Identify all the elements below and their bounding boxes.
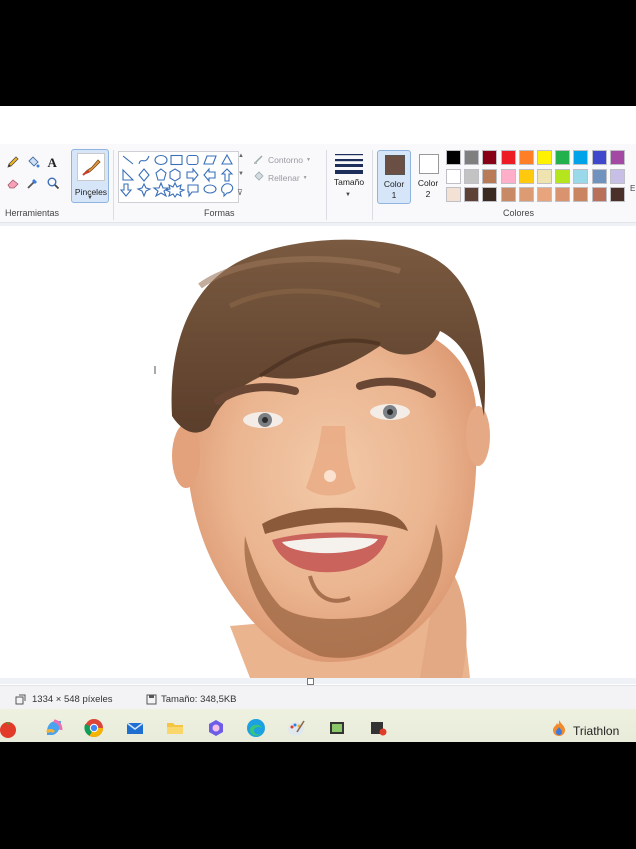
chrome-icon[interactable] [83, 717, 105, 739]
palette-swatch[interactable] [591, 168, 607, 184]
fill-icon [253, 171, 265, 185]
edge-icon[interactable] [245, 717, 267, 739]
divider [326, 150, 327, 220]
magnifier-icon[interactable] [44, 174, 62, 192]
color1-label: Color 1 [383, 179, 405, 200]
palette-swatch[interactable] [537, 150, 552, 165]
palette-swatch[interactable] [573, 150, 589, 165]
palette-swatch[interactable] [537, 187, 552, 202]
line-width-icon [335, 153, 363, 180]
palette-swatch[interactable] [518, 187, 534, 202]
color-picker-icon[interactable] [24, 174, 42, 192]
palette-swatch[interactable] [591, 187, 607, 202]
chevron-down-icon: ▼ [305, 157, 311, 163]
fill-label: Rellenar [268, 173, 300, 183]
palette-swatch[interactable] [518, 150, 534, 165]
recorder-app-icon[interactable] [367, 717, 389, 739]
palette-swatch[interactable] [464, 168, 480, 184]
divider [372, 150, 373, 220]
text-icon[interactable]: A [44, 153, 62, 171]
color2-button[interactable]: Color 2 [412, 150, 444, 202]
palette-swatch[interactable] [609, 150, 625, 165]
outline-label: Contorno [268, 155, 303, 165]
palette-swatch[interactable] [446, 150, 461, 165]
palette-swatch[interactable] [482, 168, 498, 184]
color2-swatch [419, 154, 439, 174]
canvas-dimensions: 1334 × 548 píxeles [32, 694, 113, 705]
palette-swatch[interactable] [464, 187, 480, 202]
palette-swatch[interactable] [555, 150, 571, 165]
palette-swatch[interactable] [555, 168, 571, 184]
triathlon-widget[interactable]: Triathlon [551, 719, 619, 742]
drawing-canvas[interactable] [0, 226, 636, 678]
file-size: Tamaño: 348,5KB [161, 694, 237, 705]
ribbon: A Herramientas Pinceles ▼ ▲ ▼ ⊽ Contorno… [0, 144, 636, 223]
palette-swatch[interactable] [609, 168, 625, 184]
color2-label: Color 2 [417, 178, 439, 199]
chevron-down-icon: ▼ [87, 195, 93, 201]
svg-text:A: A [48, 155, 58, 169]
shapes-group-label: Formas [204, 208, 235, 218]
canvas-area [0, 223, 636, 685]
shapes-scroll-down-icon[interactable]: ▼ [238, 171, 244, 177]
edit-colors-button[interactable]: E [630, 184, 635, 193]
palette-swatch[interactable] [482, 187, 498, 202]
divider [113, 150, 114, 220]
palette-swatch[interactable] [609, 187, 625, 202]
palette-swatch[interactable] [500, 168, 516, 184]
eraser-icon[interactable] [4, 174, 22, 192]
colors-group-label: Colores [503, 208, 535, 218]
flame-icon [551, 719, 567, 742]
brushes-button[interactable]: Pinceles ▼ [71, 149, 109, 203]
tomato-app-icon[interactable] [0, 717, 16, 739]
canvas-resize-handle[interactable] [307, 678, 314, 685]
palette-swatch[interactable] [518, 168, 534, 184]
file-size-icon [146, 694, 157, 708]
fill-bucket-icon[interactable] [24, 153, 42, 171]
palette-swatch[interactable] [482, 150, 498, 165]
mail-icon[interactable] [124, 717, 146, 739]
palette-swatch[interactable] [500, 187, 516, 202]
palette-swatch[interactable] [591, 150, 607, 165]
capture-app-icon[interactable] [326, 717, 348, 739]
outline-dropdown[interactable]: Contorno ▼ [253, 153, 311, 167]
color1-swatch [385, 155, 405, 175]
shapes-gallery [118, 151, 239, 203]
taskbar: Triathlon [0, 709, 636, 742]
palette-swatch[interactable] [537, 168, 552, 184]
triathlon-label: Triathlon [573, 723, 620, 738]
palette-swatch[interactable] [555, 187, 571, 202]
copilot-icon[interactable] [43, 717, 65, 739]
fill-dropdown[interactable]: Rellenar ▼ [253, 171, 308, 185]
canvas-size-icon [15, 694, 26, 708]
shapes-expand-icon[interactable]: ⊽ [237, 188, 243, 197]
paint-app-icon[interactable] [285, 717, 307, 739]
size-label: Tamaño [333, 177, 365, 187]
palette-swatch[interactable] [446, 187, 461, 202]
palette-swatch[interactable] [446, 168, 461, 184]
paint-window: A Herramientas Pinceles ▼ ▲ ▼ ⊽ Contorno… [0, 106, 636, 742]
shapes-scroll-up-icon[interactable]: ▲ [238, 153, 244, 159]
brush-icon [77, 153, 105, 181]
pencil-icon[interactable] [4, 153, 22, 171]
palette-swatch[interactable] [500, 150, 516, 165]
tools-group-label: Herramientas [5, 208, 60, 218]
chevron-down-icon: ▼ [302, 175, 308, 181]
size-button[interactable]: Tamaño ▼ [331, 150, 367, 202]
color1-button[interactable]: Color 1 [377, 150, 411, 204]
outline-icon [253, 153, 265, 167]
file-explorer-icon[interactable] [164, 717, 186, 739]
palette-swatch[interactable] [573, 168, 589, 184]
portrait-drawing [154, 239, 490, 678]
palette-swatch[interactable] [573, 187, 589, 202]
palette-swatch[interactable] [464, 150, 480, 165]
copilot-app-icon[interactable] [205, 717, 227, 739]
chevron-down-icon: ▼ [345, 192, 351, 198]
shapes-gallery-icons[interactable] [119, 152, 238, 202]
